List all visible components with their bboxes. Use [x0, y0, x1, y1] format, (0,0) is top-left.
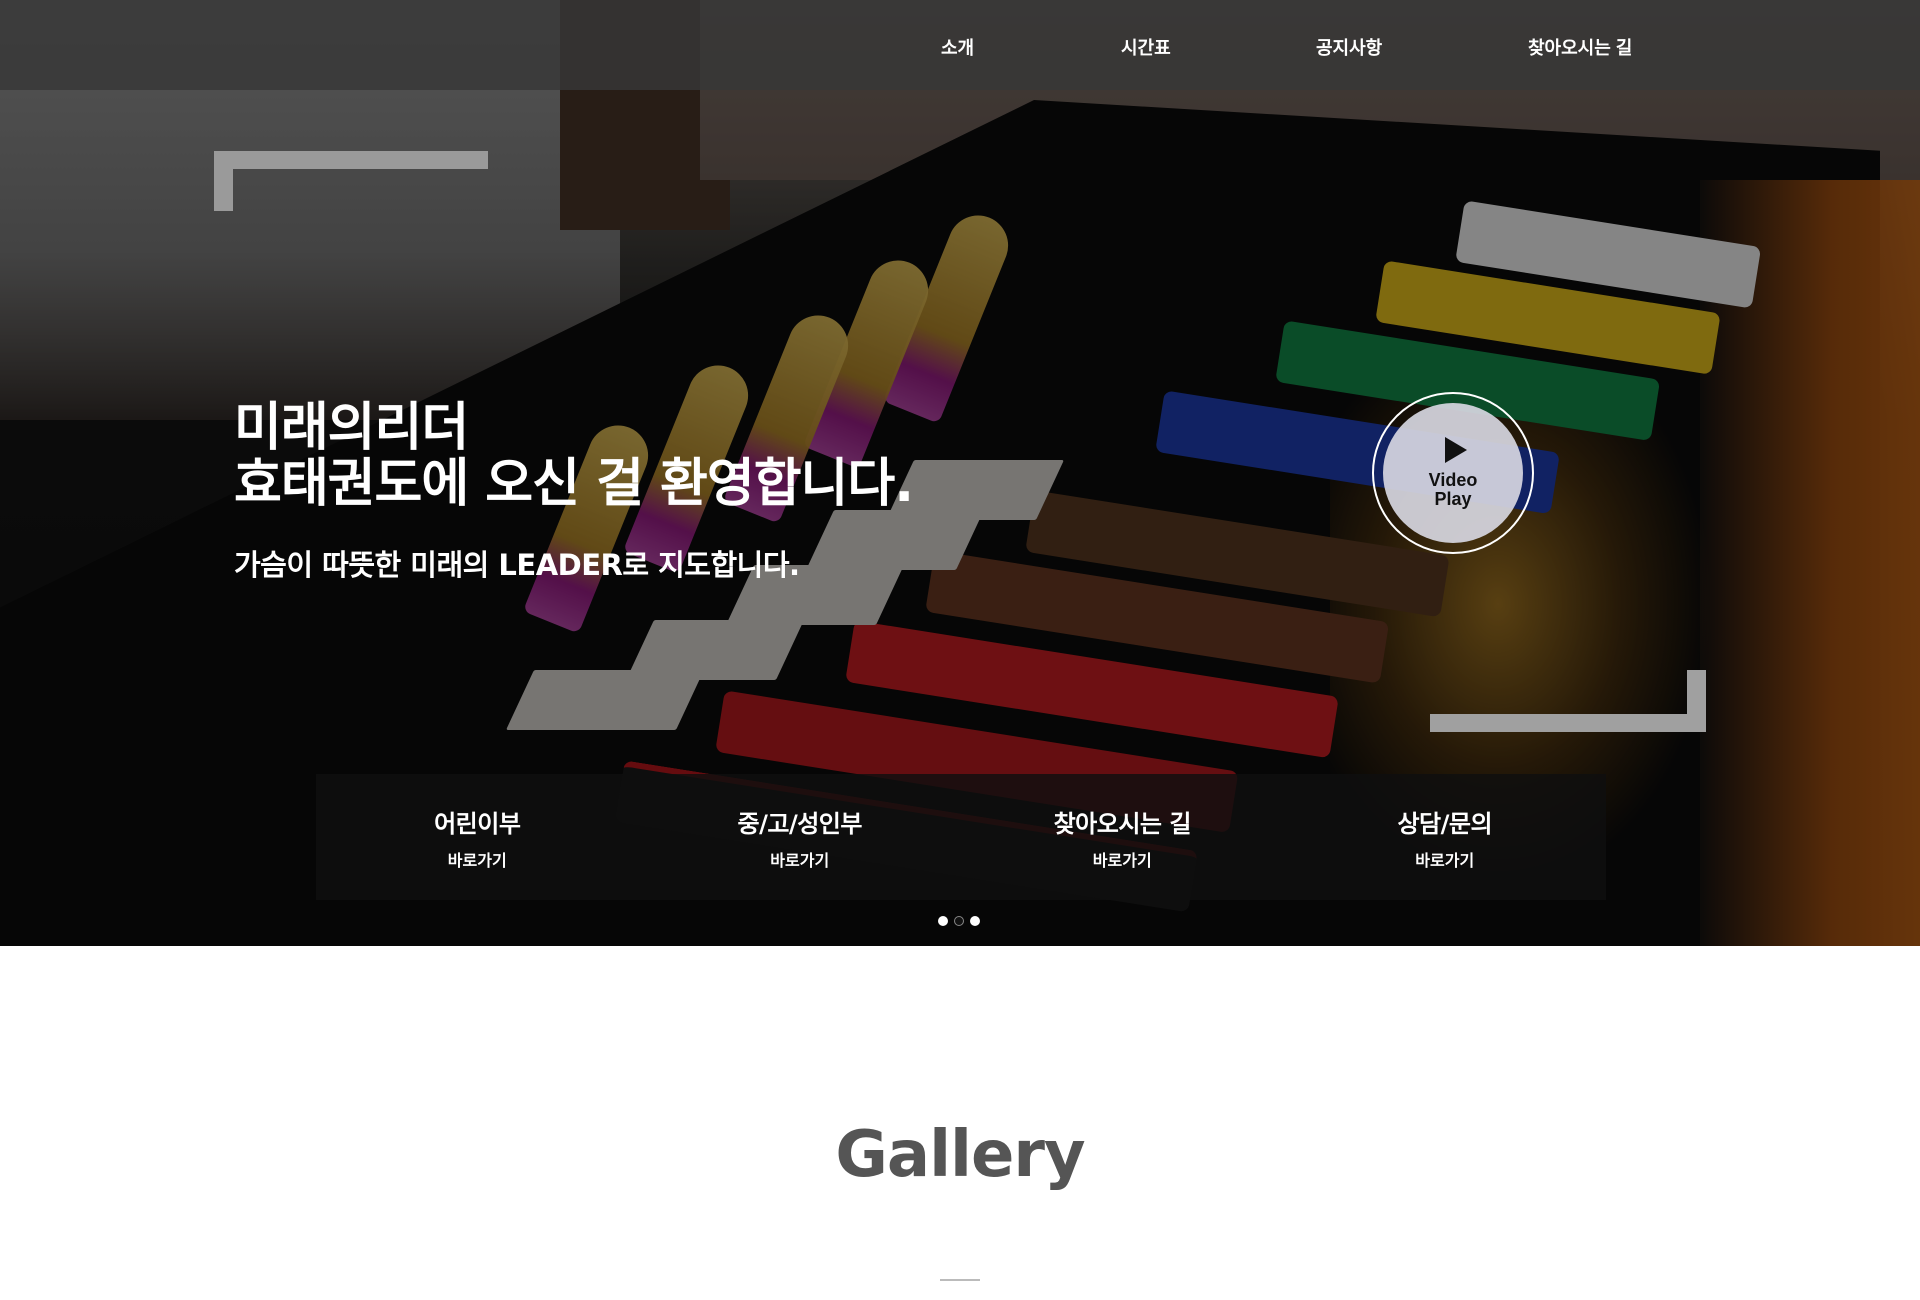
quick-link-title: 상담/문의 [1397, 809, 1493, 838]
hero-subheadline: 가슴이 따뜻한 미래의 LEADER로 지도합니다. [234, 548, 800, 582]
slider-dot-1[interactable] [938, 916, 948, 926]
nav-item-directions[interactable]: 찾아오시는 길 [1528, 34, 1632, 60]
quick-link-title: 어린이부 [434, 809, 521, 838]
quick-link-sub: 바로가기 [770, 852, 830, 870]
quick-links-bar: 어린이부 바로가기 중/고/성인부 바로가기 찾아오시는 길 바로가기 상담/문… [316, 774, 1606, 900]
hero-section: 미래의리더 효태권도에 오신 걸 환영합니다. 가슴이 따뜻한 미래의 LEAD… [0, 0, 1920, 946]
quick-link-sub: 바로가기 [1092, 852, 1152, 870]
quick-link-kids[interactable]: 어린이부 바로가기 [316, 774, 639, 900]
gallery-title: Gallery [835, 1118, 1085, 1192]
quick-link-title: 중/고/성인부 [737, 809, 863, 838]
hero-headline: 미래의리더 효태권도에 오신 걸 환영합니다. 가슴이 따뜻한 미래의 LEAD… [234, 398, 914, 584]
headline-line-2: 효태권도에 오신 걸 환영합니다. [234, 454, 914, 514]
slider-dot-2[interactable] [954, 916, 964, 926]
video-play-button[interactable]: Video Play [1372, 392, 1534, 554]
video-label-line-1: Video [1428, 470, 1478, 490]
headline-line-1: 미래의리더 [234, 398, 469, 458]
slider-dot-3[interactable] [970, 916, 980, 926]
play-icon [1445, 437, 1467, 463]
gallery-title-underline [940, 1279, 980, 1281]
quick-link-teens-adults[interactable]: 중/고/성인부 바로가기 [639, 774, 962, 900]
nav-item-schedule[interactable]: 시간표 [1121, 34, 1171, 60]
decorative-corner-top-left [214, 151, 488, 211]
quick-link-title: 찾아오시는 길 [1053, 809, 1192, 838]
nav-item-notice[interactable]: 공지사항 [1316, 34, 1382, 60]
video-label-line-2: Play [1434, 489, 1472, 509]
quick-link-sub: 바로가기 [447, 852, 507, 870]
quick-link-consultation[interactable]: 상담/문의 바로가기 [1284, 774, 1607, 900]
quick-link-sub: 바로가기 [1415, 852, 1475, 870]
quick-link-directions[interactable]: 찾아오시는 길 바로가기 [961, 774, 1284, 900]
top-navigation-bar: 소개 시간표 공지사항 찾아오시는 길 [0, 0, 1920, 90]
video-play-inner: Video Play [1383, 403, 1523, 543]
nav-item-intro[interactable]: 소개 [941, 34, 974, 60]
slider-pagination [938, 916, 980, 926]
decorative-corner-bottom-right [1430, 670, 1706, 732]
